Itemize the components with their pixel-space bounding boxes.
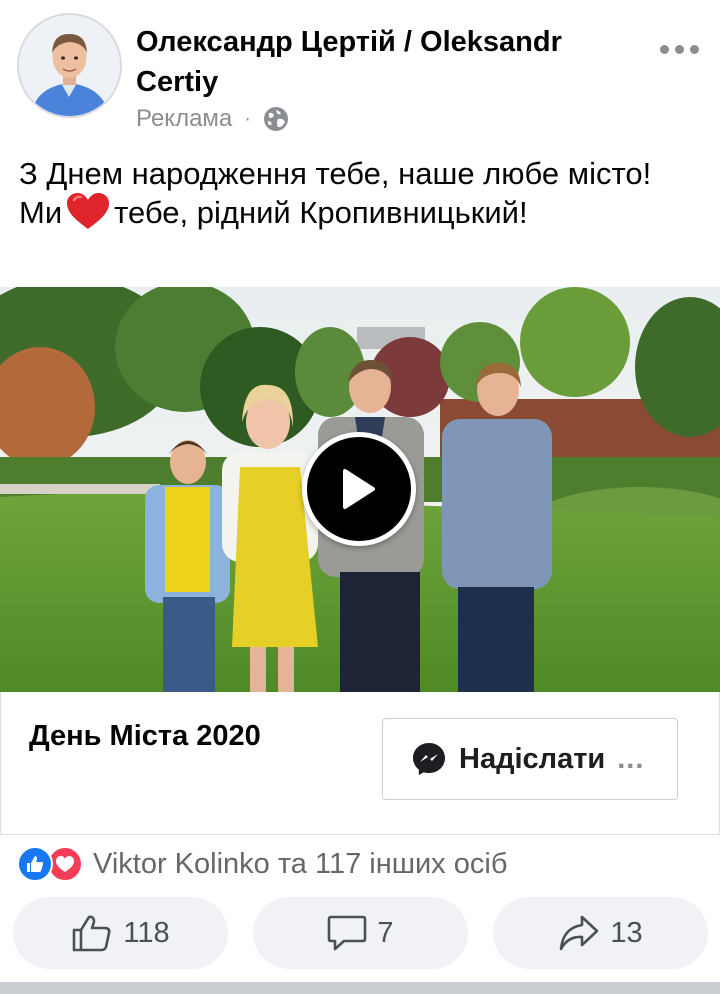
author-avatar[interactable] [17, 13, 122, 118]
more-options-icon[interactable] [654, 34, 704, 64]
post-text: З Днем народження тебе, наше любе місто!… [19, 155, 699, 231]
send-button-ellipsis: ... [617, 742, 645, 775]
link-preview: День Міста 2020 Надіслати ... [0, 692, 720, 835]
share-button[interactable]: 13 [493, 897, 708, 969]
action-bar: 118 7 13 [13, 897, 708, 969]
like-count: 118 [123, 916, 170, 949]
send-message-button[interactable]: Надіслати ... [382, 718, 678, 800]
post-text-line-2-start: Ми [19, 195, 63, 230]
comment-count: 7 [377, 916, 394, 949]
comment-button[interactable]: 7 [253, 897, 468, 969]
share-count: 13 [610, 916, 643, 949]
share-icon [560, 915, 599, 951]
reactions-summary-text: Viktor Kolinko та 117 інших осіб [93, 847, 508, 880]
like-button[interactable]: 118 [13, 897, 228, 969]
feed-divider [0, 982, 720, 994]
play-icon [343, 469, 375, 509]
play-button[interactable] [302, 432, 416, 546]
post-text-line-2: Ми тебе, рідний Кропивницький! [19, 192, 699, 231]
post-text-line-1: З Днем народження тебе, наше любе місто! [19, 156, 652, 191]
thumbs-up-icon [73, 915, 111, 952]
like-reaction-icon [17, 846, 53, 882]
messenger-icon [413, 743, 445, 775]
globe-icon [263, 106, 289, 132]
red-heart-emoji-icon [66, 192, 110, 230]
reactions-summary[interactable]: Viktor Kolinko та 117 інших осіб [17, 846, 507, 882]
sponsored-label[interactable]: Реклама [136, 105, 232, 133]
post-header: Олександр Цертій / Oleksandr Certiy Рекл… [0, 0, 720, 140]
comment-icon [328, 915, 367, 951]
cta-title: День Міста 2020 [29, 720, 261, 752]
send-button-label: Надіслати [459, 742, 606, 775]
post-meta: Реклама · [136, 103, 289, 135]
post-text-line-2-end: тебе, рідний Кропивницький! [114, 195, 528, 230]
meta-separator: · [244, 107, 251, 130]
author-name[interactable]: Олександр Цертій / Oleksandr Certiy [136, 22, 636, 102]
